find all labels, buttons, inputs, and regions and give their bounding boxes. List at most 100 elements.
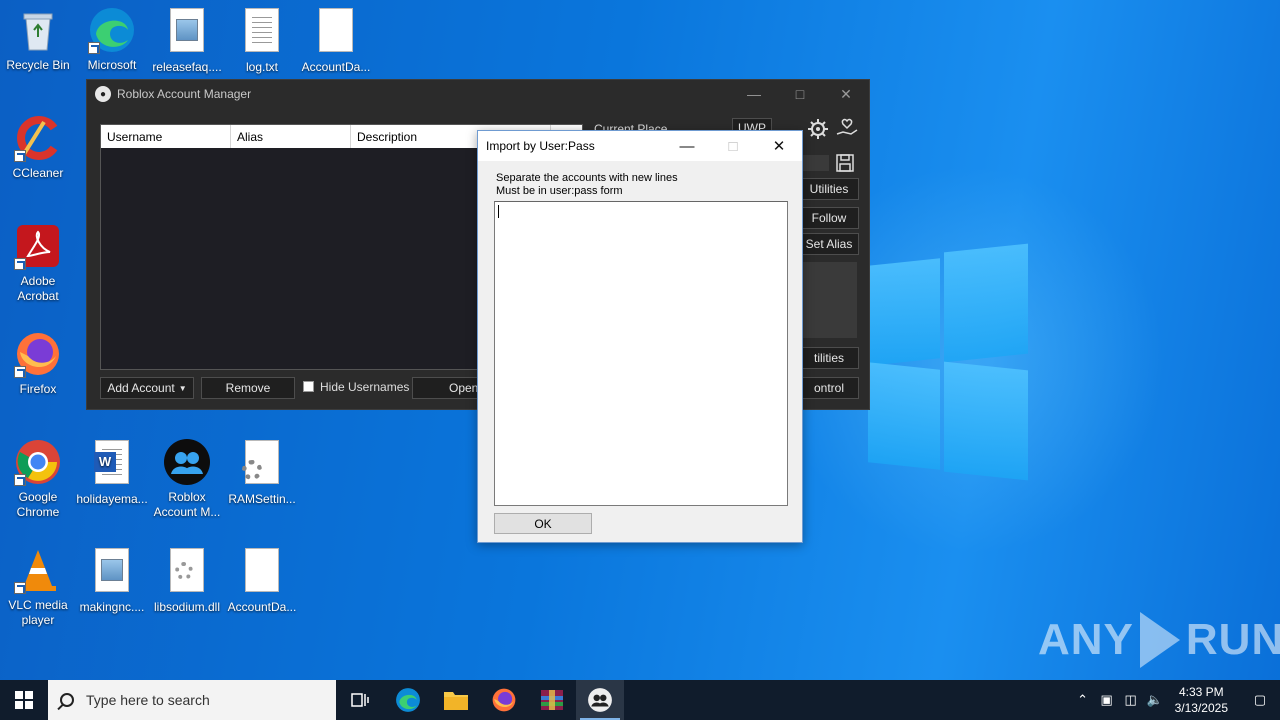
desktop-icon-adobe-acrobat[interactable]: Adobe Acrobat — [0, 222, 76, 304]
winrar-icon — [541, 690, 563, 710]
clock-date: 3/13/2025 — [1174, 701, 1228, 715]
desktop-icon-holidayemail[interactable]: W holidayema... — [74, 438, 150, 507]
follow-button[interactable]: Follow — [799, 207, 859, 229]
dialog-title: Import by User:Pass — [486, 139, 595, 153]
hide-usernames-label: Hide Usernames — [320, 380, 410, 394]
account-utilities-button[interactable]: tilities — [799, 347, 859, 369]
desktop-icon-accountdata[interactable]: AccountDa... — [298, 6, 374, 75]
ok-button[interactable]: OK — [494, 513, 592, 534]
chrome-icon — [14, 438, 62, 486]
roblox-account-manager-icon — [163, 438, 211, 486]
close-button[interactable]: ✕ — [823, 80, 869, 108]
ccleaner-icon — [14, 114, 62, 162]
desktop-icon-log-txt[interactable]: log.txt — [224, 6, 300, 75]
dll-file-icon — [163, 548, 211, 596]
desktop-icon-ccleaner[interactable]: CCleaner — [0, 114, 76, 181]
maximize-button[interactable]: □ — [777, 80, 823, 108]
utilities-button[interactable]: Utilities — [799, 178, 859, 200]
taskbar-file-explorer[interactable] — [432, 680, 480, 720]
add-account-button[interactable]: Add Account ▼ — [100, 377, 194, 399]
icon-label: log.txt — [245, 60, 278, 74]
task-view-icon — [351, 693, 369, 707]
recycle-bin-icon — [14, 6, 62, 54]
desktop-icon-roblox-account-manager[interactable]: Roblox Account M... — [149, 438, 225, 520]
dialog-window-controls: — □ ✕ — [664, 131, 802, 161]
icon-label: Adobe Acrobat — [17, 274, 59, 303]
icon-label: Firefox — [19, 382, 57, 396]
dialog-minimize-button[interactable]: — — [664, 131, 710, 161]
watermark-text-left: ANY — [1038, 615, 1134, 664]
icon-label: CCleaner — [12, 166, 64, 180]
dialog-maximize-button: □ — [728, 137, 738, 155]
start-button[interactable] — [0, 680, 48, 720]
instruction-line-2: Must be in user:pass form — [496, 185, 623, 197]
word-document-icon: W — [88, 440, 136, 488]
clock-time: 4:33 PM — [1178, 685, 1224, 699]
meet-now-icon[interactable]: ▣ — [1095, 692, 1119, 708]
account-control-button[interactable]: ontrol — [799, 377, 859, 399]
firefox-icon — [14, 330, 62, 378]
desktop-icon-vlc[interactable]: VLC media player — [0, 546, 76, 628]
icon-label: makingnc.... — [79, 600, 145, 614]
save-icon[interactable] — [835, 153, 855, 173]
roblox-account-manager-icon — [588, 688, 612, 712]
column-alias[interactable]: Alias — [231, 125, 351, 148]
blank-file-icon — [238, 548, 286, 596]
minimize-button[interactable]: — — [731, 80, 777, 108]
desktop-icon-releasefaq[interactable]: releasefaq.... — [149, 6, 225, 75]
remove-button[interactable]: Remove — [201, 377, 295, 399]
open-browser-button[interactable]: Open — [412, 377, 487, 399]
column-username[interactable]: Username — [101, 125, 231, 148]
desktop-icon-ramsettings[interactable]: RAMSettin... — [224, 438, 300, 507]
icon-label: Recycle Bin — [6, 58, 70, 72]
blank-file-icon — [312, 8, 360, 56]
task-view-button[interactable] — [336, 680, 384, 720]
icon-label: AccountDa... — [227, 600, 297, 614]
desktop-icon-makingnc[interactable]: makingnc.... — [74, 546, 150, 615]
icon-label: Roblox Account M... — [153, 490, 221, 519]
taskbar-edge[interactable] — [384, 680, 432, 720]
windows-start-icon — [15, 691, 33, 709]
icon-label: RAMSettin... — [228, 492, 296, 506]
acrobat-icon — [14, 222, 62, 270]
desktop-icon-recycle-bin[interactable]: Recycle Bin — [0, 6, 76, 73]
taskbar-search-box[interactable]: Type here to search — [48, 680, 336, 720]
window-title: Roblox Account Manager — [117, 87, 252, 101]
accounts-textarea[interactable] — [494, 201, 788, 506]
icon-label: Google Chrome — [16, 490, 60, 519]
settings-file-icon — [238, 440, 286, 488]
app-logo-icon: ● — [95, 86, 111, 102]
desktop-icon-edge[interactable]: Microsoft Edge — [74, 6, 150, 73]
taskbar: Type here to search ⌃ ▣ ◫ 🔈 4:33 PM 3/13… — [0, 680, 1280, 720]
desktop-icon-libsodium[interactable]: libsodium.dll — [149, 546, 225, 615]
taskbar-roblox-account-manager[interactable] — [576, 680, 624, 720]
dialog-close-button[interactable]: ✕ — [756, 131, 802, 161]
taskbar-firefox[interactable] — [480, 680, 528, 720]
desktop-icon-accountdata-2[interactable]: AccountDa... — [224, 546, 300, 615]
watermark-text-right: RUN — [1185, 615, 1280, 664]
icon-label: VLC media player — [8, 598, 68, 627]
image-file-icon — [163, 8, 211, 56]
network-icon[interactable]: ◫ — [1119, 692, 1143, 708]
windows-logo-wallpaper — [868, 240, 1030, 481]
settings-gear-icon[interactable] — [807, 118, 829, 140]
hide-usernames-checkbox[interactable] — [303, 381, 314, 392]
import-dialog: Import by User:Pass — □ ✕ Separate the a… — [477, 130, 803, 543]
chevron-up-icon[interactable]: ⌃ — [1071, 692, 1095, 708]
description-box[interactable] — [801, 262, 857, 338]
donate-hand-icon[interactable] — [835, 118, 859, 140]
window-controls: — □ ✕ — [731, 80, 869, 108]
firefox-icon — [492, 688, 516, 712]
set-alias-button[interactable]: Set Alias — [799, 233, 859, 255]
icon-label: holidayema... — [76, 492, 148, 506]
image-file-icon — [88, 548, 136, 596]
taskbar-clock[interactable]: 4:33 PM 3/13/2025 — [1175, 684, 1228, 716]
notification-icon[interactable]: ▢ — [1240, 692, 1280, 708]
volume-icon[interactable]: 🔈 — [1143, 692, 1167, 708]
dropdown-arrow-icon: ▼ — [178, 383, 187, 393]
taskbar-winrar[interactable] — [528, 680, 576, 720]
add-account-label: Add Account — [107, 381, 175, 395]
icon-label: releasefaq.... — [152, 60, 222, 74]
desktop-icon-firefox[interactable]: Firefox — [0, 330, 76, 397]
desktop-icon-chrome[interactable]: Google Chrome — [0, 438, 76, 520]
